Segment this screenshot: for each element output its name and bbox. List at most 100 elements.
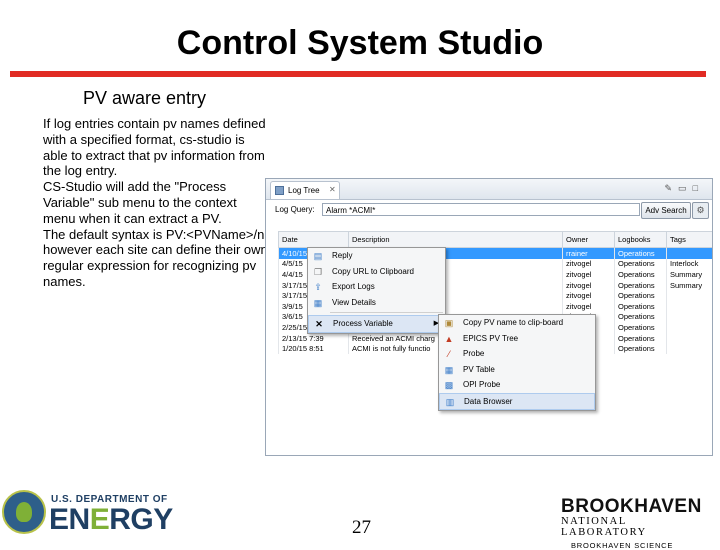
menu-item-label: Data Browser	[464, 396, 513, 406]
cell-tags	[666, 300, 712, 312]
cell-tags	[666, 322, 712, 333]
column-header-logbooks[interactable]: Logbooks	[614, 231, 667, 248]
menu-item-label: Export Logs	[332, 282, 375, 291]
cell-tags: Summary	[666, 269, 712, 280]
menu-item-data-browser[interactable]: ▥ Data Browser	[439, 392, 595, 410]
process-variable-submenu: ▣ Copy PV name to clip-board ▲ EPICS PV Tr…	[438, 314, 596, 411]
doe-rgy: RGY	[109, 503, 173, 536]
close-icon[interactable]: ✕	[329, 185, 336, 194]
cell-logbook: Operations	[614, 269, 667, 280]
paragraph: The default syntax is PV:<PVName>/n, how…	[43, 226, 268, 289]
view-toolbar: ✎▭□	[665, 183, 705, 194]
title-underline	[10, 71, 706, 77]
menu-item-label: Copy URL to Clipboard	[332, 266, 414, 276]
bnl-logo-science: BROOKHAVEN SCIENCE	[571, 541, 674, 550]
cell-logbook: Operations	[614, 343, 667, 354]
query-input[interactable]: Alarm *ACMI*	[322, 203, 640, 216]
cell-date: 1/20/15 8:51	[278, 343, 349, 354]
slide-subtitle: PV aware entry	[83, 88, 207, 108]
menu-item-probe[interactable]: ⁄ Probe	[439, 346, 595, 362]
bnl-logo-national: NATIONAL LABORATORY	[561, 516, 647, 538]
cell-tags: Summary	[666, 279, 712, 291]
maximize-icon[interactable]: □	[693, 183, 704, 193]
cell-logbook: Operations	[614, 258, 667, 270]
new-entry-icon[interactable]: ✎	[665, 183, 679, 193]
context-menu: ▤ Reply ❐ Copy URL to Clipboard ⇪ Export Lo…	[307, 247, 446, 334]
paragraph: CS-Studio will add the "Process Variable…	[43, 179, 237, 226]
doe-logo-energy-text: ENERGY	[49, 503, 173, 537]
tab-bar: Log Tree ✕ ✎▭□	[266, 179, 712, 200]
menu-item-label: OPI Probe	[463, 380, 501, 389]
log-tree-icon	[275, 186, 284, 195]
copy-icon: ❐	[313, 266, 323, 277]
cell-owner: zitvogel	[562, 290, 615, 301]
column-header-tags[interactable]: Tags	[666, 231, 712, 248]
tree-icon: ▲	[444, 333, 454, 344]
menu-item-label: Reply	[332, 251, 353, 260]
pv-icon: ✕	[315, 319, 323, 329]
clipboard-icon: ▣	[444, 318, 454, 328]
cell-tags	[666, 332, 712, 344]
menu-separator	[330, 312, 443, 313]
tab-label: Log Tree	[288, 186, 320, 195]
reply-icon: ▤	[313, 251, 323, 261]
menu-item-export-logs[interactable]: ⇪ Export Logs	[308, 279, 445, 295]
slide-title: Control System Studio	[176, 24, 544, 62]
cell-owner: zitvogel	[562, 300, 615, 312]
table-icon: ▦	[444, 364, 454, 375]
page-number: 27	[352, 517, 371, 538]
doe-en: EN	[49, 503, 90, 536]
column-header-owner[interactable]: Owner	[562, 231, 615, 248]
cell-logbook: Operations	[614, 290, 667, 301]
configure-icon[interactable]: ⚙	[692, 202, 709, 219]
cell-owner: zitvogel	[562, 258, 615, 270]
details-icon: ▦	[313, 297, 323, 308]
probe-icon: ⁄	[448, 349, 450, 359]
adv-search-button[interactable]: Adv Search	[641, 202, 691, 219]
cell-tags	[666, 311, 712, 323]
cell-tags: Interlock	[666, 258, 712, 270]
doe-logo: U.S. DEPARTMENT OF ENERGY	[2, 488, 174, 536]
menu-item-label: Process Variable	[333, 319, 393, 328]
menu-item-opi-probe[interactable]: ▩ OPI Probe	[439, 377, 595, 393]
cell-owner: rrainer	[562, 247, 615, 259]
bnl-logo-name: BROOKHAVEN	[561, 496, 702, 517]
paragraph: If log entries contain pv names defined …	[43, 116, 266, 179]
doe-seal-icon	[2, 490, 46, 534]
chart-icon: ▥	[445, 396, 455, 407]
menu-item-label: View Details	[332, 297, 376, 307]
minimize-icon[interactable]: ▭	[678, 183, 693, 193]
column-header-description[interactable]: Description	[348, 231, 563, 248]
cell-owner: zitvogel	[562, 279, 615, 291]
menu-item-epics-pv-tree[interactable]: ▲ EPICS PV Tree	[439, 331, 595, 347]
menu-item-pv-table[interactable]: ▦ PV Table	[439, 362, 595, 378]
menu-item-process-variable[interactable]: ✕ Process Variable ▶	[308, 315, 445, 333]
cell-logbook: Operations	[614, 300, 667, 312]
cell-logbook: Operations	[614, 322, 667, 333]
export-icon: ⇪	[314, 282, 322, 292]
column-header-date[interactable]: Date	[278, 231, 349, 248]
query-label: Log Query:	[275, 205, 315, 214]
menu-item-label: PV Table	[463, 364, 495, 374]
cell-logbook: Operations	[614, 279, 667, 291]
table-header-row: Date Description Owner Logbooks Tags	[278, 231, 712, 248]
bnl-logo: BROOKHAVEN NATIONAL LABORATORY BROOKHAVE…	[561, 496, 716, 550]
cell-tags	[666, 290, 712, 301]
menu-item-label: Copy PV name to clip-board	[463, 318, 564, 327]
menu-item-reply[interactable]: ▤ Reply	[308, 248, 445, 264]
cell-logbook: Operations	[614, 332, 667, 344]
cell-tags	[666, 343, 712, 354]
menu-item-view-details[interactable]: ▦ View Details	[308, 295, 445, 311]
cell-tags	[666, 247, 712, 259]
cell-owner: zitvogel	[562, 269, 615, 280]
opi-icon: ▩	[444, 380, 454, 390]
doe-e: E	[89, 503, 110, 536]
cell-logbook: Operations	[614, 247, 667, 259]
cell-logbook: Operations	[614, 311, 667, 323]
menu-item-label: Probe	[463, 349, 485, 358]
menu-item-copy-url[interactable]: ❐ Copy URL to Clipboard	[308, 264, 445, 280]
cell-date: 2/13/15 7:39	[278, 332, 349, 344]
tab-log-tree[interactable]: Log Tree ✕	[270, 181, 340, 199]
body-text: If log entries contain pv names defined …	[43, 116, 268, 290]
menu-item-copy-pv-name[interactable]: ▣ Copy PV name to clip-board	[439, 315, 595, 331]
